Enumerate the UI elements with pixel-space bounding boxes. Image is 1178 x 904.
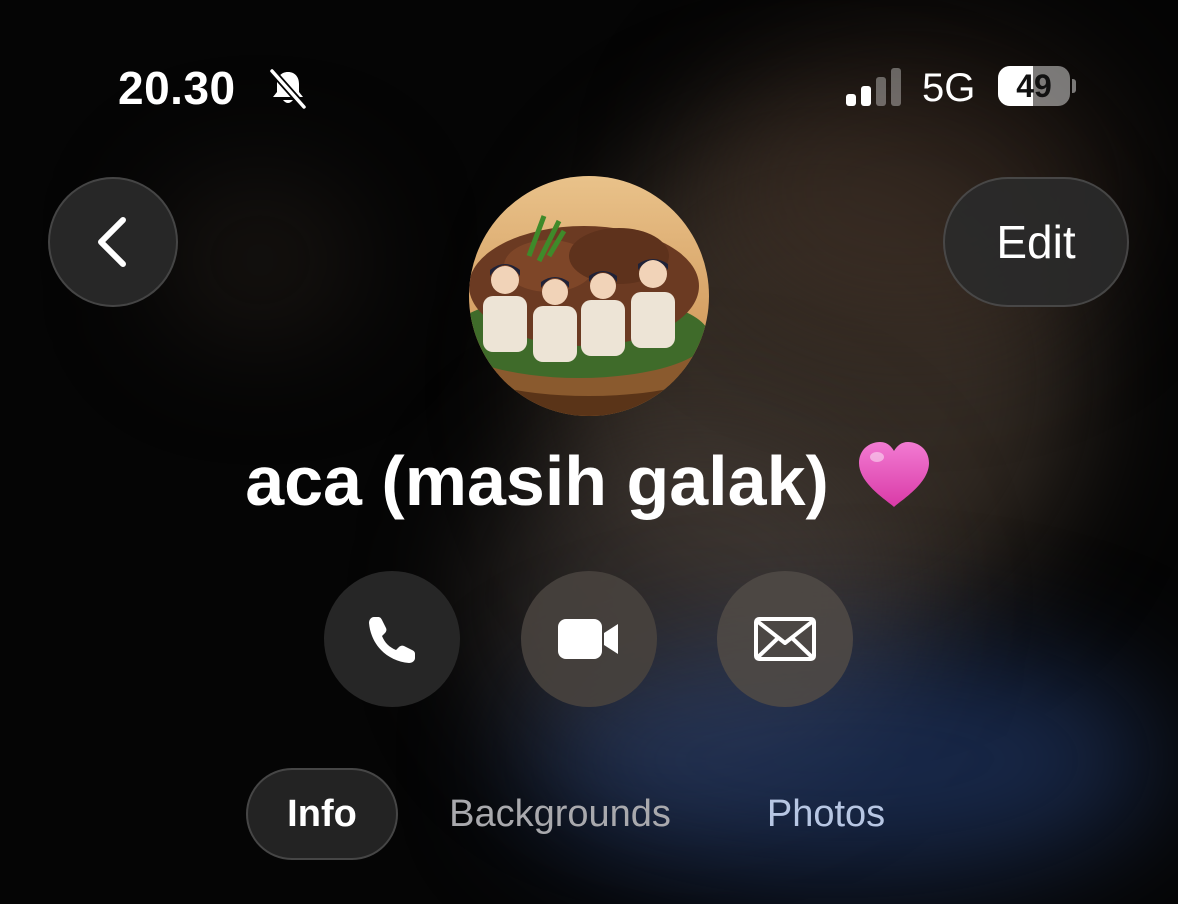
battery-percent: 49 [1016, 68, 1052, 104]
edit-button[interactable]: Edit [943, 177, 1129, 307]
tab-backgrounds[interactable]: Backgrounds [432, 768, 688, 860]
video-camera-icon [558, 619, 618, 659]
mail-button[interactable] [717, 571, 853, 707]
video-call-button[interactable] [521, 571, 657, 707]
contact-name-text: aca (masih galak) [245, 442, 829, 520]
status-time: 20.30 [118, 62, 236, 114]
signal-bar [846, 94, 856, 106]
chevron-left-icon [98, 217, 126, 267]
tab-info[interactable]: Info [246, 768, 398, 860]
signal-bar [891, 68, 901, 106]
network-type: 5G [922, 66, 976, 110]
signal-bar [876, 77, 886, 106]
pink-heart-icon [858, 442, 929, 507]
back-button[interactable] [48, 177, 178, 307]
avatar-photo [469, 176, 709, 416]
bell-slash-icon [268, 67, 308, 110]
contact-avatar[interactable] [469, 176, 709, 416]
envelope-icon [754, 617, 816, 661]
signal-icon [846, 68, 901, 106]
tab-photos[interactable]: Photos [748, 768, 904, 860]
phone-icon [369, 617, 415, 663]
call-button[interactable] [324, 571, 460, 707]
contact-name: aca (masih galak) [0, 436, 1178, 526]
signal-bar [861, 86, 871, 106]
battery-icon: 49 [998, 66, 1076, 108]
